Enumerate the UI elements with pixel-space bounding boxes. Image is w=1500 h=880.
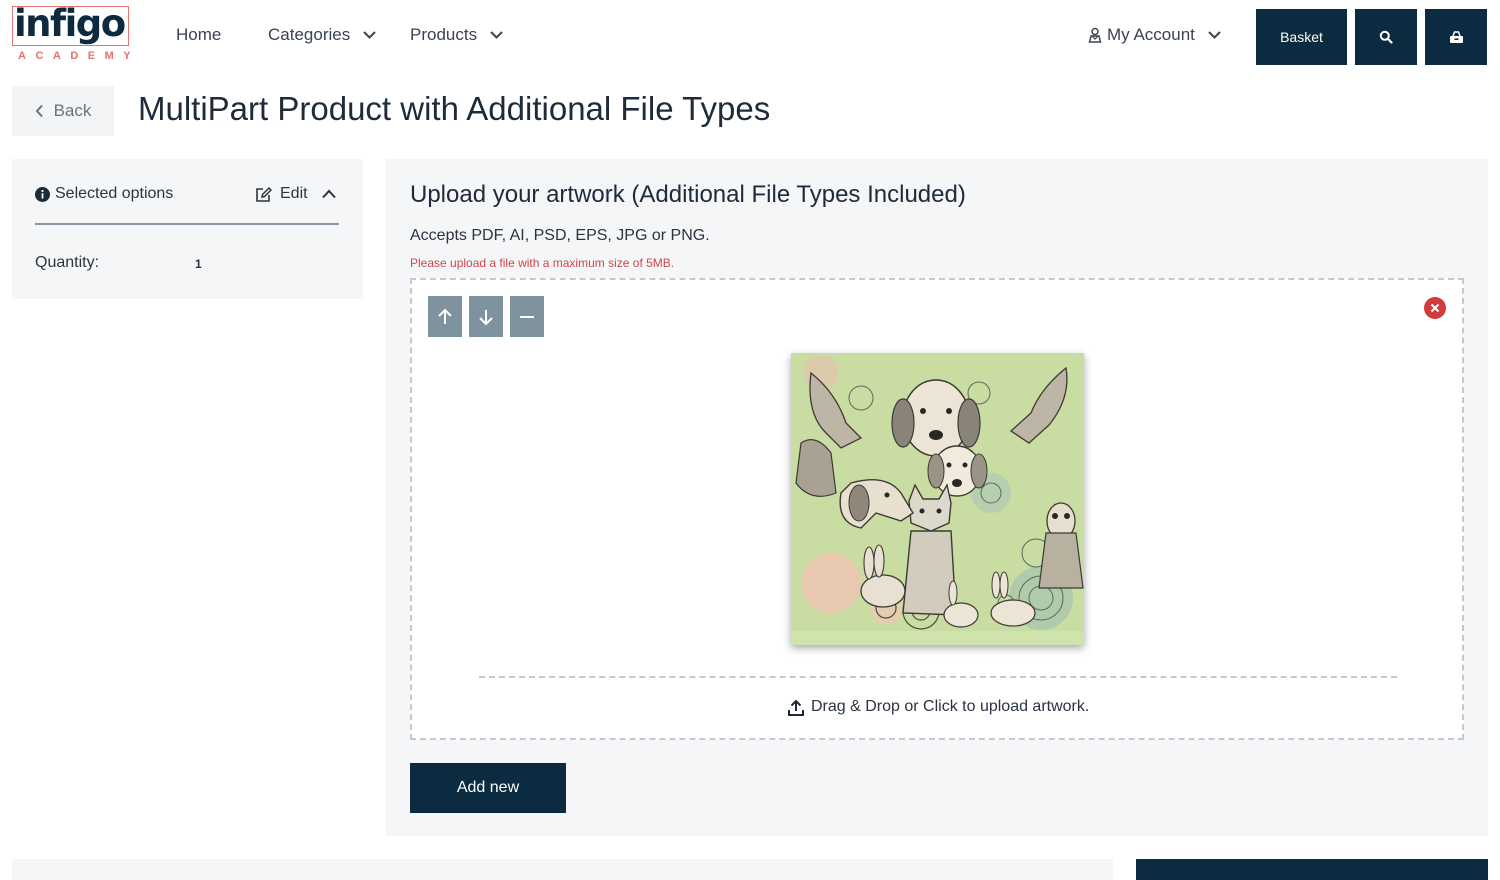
nav-categories[interactable]: Categories [268,25,377,45]
upload-title: Upload your artwork (Additional File Typ… [410,181,966,208]
nav-home-label: Home [176,25,222,44]
minimize-button[interactable] [510,296,544,337]
infigo-logo[interactable]: infigo ACADEMY [12,2,131,64]
chevron-left-icon [35,104,43,118]
selected-options-panel: Selected options Edit Quantity: 1 [12,159,363,299]
page-title: MultiPart Product with Additional File T… [138,90,771,127]
user-icon [1088,27,1102,43]
option-label-quantity: Quantity: [35,254,100,271]
move-down-button[interactable] [469,296,503,337]
edit-icon [256,186,272,202]
edit-label: Edit [280,185,308,202]
sidebar-divider [35,223,339,225]
logo-subtitle: ACADEMY [18,50,141,62]
max-size-warning: Please upload a file with a maximum size… [410,256,675,270]
selected-options-label: Selected options [55,185,174,202]
basket-button[interactable]: Basket [1256,9,1347,65]
logo-text: infigo [14,2,126,45]
arrow-up-icon [438,308,452,324]
back-label: Back [53,101,92,120]
accepted-file-types: Accepts PDF, AI, PSD, EPS, JPG or PNG. [410,227,710,244]
chevron-down-icon [490,31,503,39]
chevron-down-icon [363,31,376,39]
close-icon [1430,303,1440,313]
selected-options-heading: Selected options [35,185,173,203]
upload-artwork-prompt[interactable]: Drag & Drop or Click to upload artwork. [788,698,1089,716]
cart-button[interactable] [1425,9,1487,65]
bottom-action-button[interactable] [1136,859,1488,880]
bottom-panel [12,859,1113,880]
chevron-down-icon [1208,31,1221,39]
dropzone-divider [479,676,1397,678]
option-value-quantity: 1 [195,257,202,271]
cart-icon [1449,30,1463,43]
move-up-button[interactable] [428,296,462,337]
add-new-label: Add new [456,779,520,796]
search-button[interactable] [1355,9,1417,65]
back-button[interactable]: Back [12,86,114,136]
artwork-thumbnail [791,353,1084,645]
artwork-dropzone[interactable]: Drag & Drop or Click to upload artwork. [410,278,1464,740]
my-account-label: My Account [1107,25,1195,44]
chevron-up-icon[interactable] [321,189,337,199]
nav-products-label: Products [410,25,478,44]
arrow-down-icon [479,309,493,325]
site-header: infigo ACADEMY Home Categories Products … [0,0,1500,75]
artwork-illustration [791,353,1084,645]
nav-home[interactable]: Home [176,25,221,45]
info-icon [35,186,50,202]
basket-label: Basket [1280,29,1323,45]
my-account-menu[interactable]: My Account [1087,25,1222,45]
add-new-button[interactable]: Add new [410,763,566,813]
upload-panel: Upload your artwork (Additional File Typ… [386,159,1488,836]
upload-artwork-label: Drag & Drop or Click to upload artwork. [811,698,1090,715]
search-icon [1379,30,1393,44]
minus-icon [520,315,534,318]
upload-icon [788,699,804,716]
remove-file-button[interactable] [1424,297,1446,319]
nav-categories-label: Categories [268,25,351,44]
edit-options-button[interactable]: Edit [255,185,337,203]
nav-products[interactable]: Products [410,25,504,45]
